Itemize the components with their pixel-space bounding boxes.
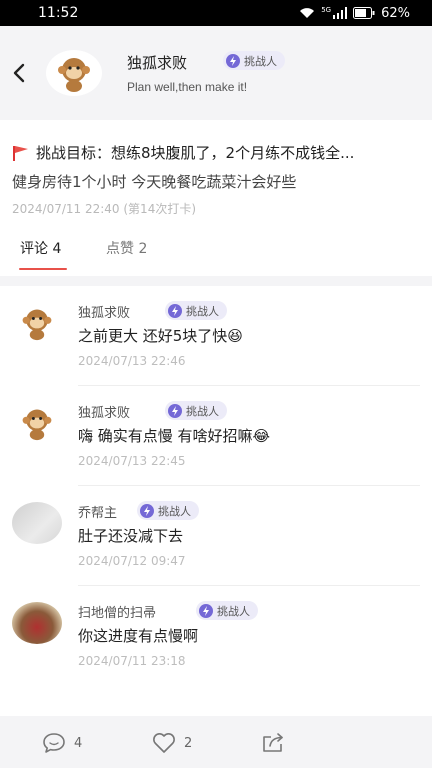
badge-label: 挑战人 bbox=[186, 404, 219, 418]
comment-item: 乔帮主 挑战人 肚子还没减下去 2024/07/12 09:47 bbox=[0, 486, 432, 586]
comment-date: 2024/07/11 23:18 bbox=[78, 654, 186, 668]
commenter-name[interactable]: 独孤求败 bbox=[78, 302, 130, 321]
checkin-card: 挑战目标：想练8块腹肌了，2个月练不成钱全... 健身房待1个小时 今天晚餐吃蔬… bbox=[0, 120, 432, 276]
challenger-badge: 挑战人 bbox=[196, 601, 258, 620]
comment-count: 4 bbox=[74, 735, 83, 751]
comment-text: 你这进度有点慢啊 bbox=[78, 627, 199, 645]
like-count: 2 bbox=[184, 735, 193, 751]
challenger-badge: 挑战人 bbox=[165, 301, 227, 320]
battery-level: 62% bbox=[381, 5, 410, 21]
commenter-name[interactable]: 乔帮主 bbox=[78, 502, 117, 521]
goal-text: 挑战目标：想练8块腹肌了，2个月练不成钱全... bbox=[36, 144, 355, 162]
badge-label: 挑战人 bbox=[158, 504, 191, 518]
comment-date: 2024/07/12 09:47 bbox=[78, 554, 186, 568]
battery-icon bbox=[353, 7, 375, 19]
monkey-icon bbox=[58, 58, 90, 92]
comment-item: 扫地僧的扫帚 挑战人 你这进度有点慢啊 2024/07/11 23:18 bbox=[0, 586, 432, 686]
challenger-badge: 挑战人 bbox=[223, 51, 285, 70]
commenter-name[interactable]: 独孤求败 bbox=[78, 402, 130, 421]
flag-icon bbox=[13, 145, 28, 161]
lightning-icon bbox=[199, 603, 213, 618]
back-button[interactable] bbox=[8, 60, 30, 86]
user-name[interactable]: 独孤求败 bbox=[127, 52, 187, 73]
badge-label: 挑战人 bbox=[244, 54, 277, 68]
like-button[interactable]: 2 bbox=[152, 732, 192, 754]
tab-comments[interactable]: 评论 4 bbox=[20, 238, 61, 258]
tab-likes[interactable]: 点赞 2 bbox=[106, 238, 147, 258]
user-motto: Plan well,then make it! bbox=[127, 80, 248, 94]
share-button[interactable] bbox=[261, 732, 285, 754]
comment-button[interactable]: 4 bbox=[42, 732, 82, 754]
wifi-icon bbox=[300, 8, 315, 18]
comment-icon bbox=[43, 733, 65, 753]
checkin-meta: 2024/07/11 22:40 (第14次打卡) bbox=[12, 202, 197, 216]
comment-item: 独孤求败 挑战人 嗨 确实有点慢 有啥好招嘛😂 2024/07/13 22:45 bbox=[0, 386, 432, 486]
bottom-action-bar: 4 2 bbox=[0, 716, 432, 768]
signal-icon bbox=[333, 7, 348, 19]
lightning-icon bbox=[140, 503, 154, 518]
commenter-avatar[interactable] bbox=[12, 602, 62, 644]
user-avatar[interactable] bbox=[46, 50, 102, 96]
badge-label: 挑战人 bbox=[217, 604, 250, 618]
status-bar: 11:52 5G 62% bbox=[0, 0, 432, 26]
chevron-left-icon bbox=[13, 63, 25, 83]
lightning-icon bbox=[168, 403, 182, 418]
comment-tabs: 评论 4 点赞 2 bbox=[0, 236, 432, 276]
monkey-icon bbox=[22, 309, 52, 341]
monkey-icon bbox=[22, 409, 52, 441]
status-time: 11:52 bbox=[38, 5, 79, 21]
comment-text: 嗨 确实有点慢 有啥好招嘛😂 bbox=[78, 427, 271, 445]
share-icon bbox=[263, 733, 283, 752]
commenter-name[interactable]: 扫地僧的扫帚 bbox=[78, 602, 156, 621]
comment-list: 独孤求败 挑战人 之前更大 还好5块了快😆 2024/07/13 22:46 独… bbox=[0, 286, 432, 716]
comment-text: 肚子还没减下去 bbox=[78, 527, 184, 545]
badge-label: 挑战人 bbox=[186, 304, 219, 318]
comment-text: 之前更大 还好5块了快😆 bbox=[78, 327, 243, 345]
heart-icon bbox=[153, 733, 175, 753]
challenge-goal[interactable]: 挑战目标：想练8块腹肌了，2个月练不成钱全... bbox=[12, 142, 422, 163]
challenger-badge: 挑战人 bbox=[137, 501, 199, 520]
status-icons: 5G 62% bbox=[299, 6, 410, 21]
lightning-icon bbox=[226, 53, 240, 68]
challenger-badge: 挑战人 bbox=[165, 401, 227, 420]
profile-header: 独孤求败 挑战人 Plan well,then make it! bbox=[0, 26, 432, 120]
commenter-avatar[interactable] bbox=[12, 302, 62, 344]
lightning-icon bbox=[168, 303, 182, 318]
comment-date: 2024/07/13 22:46 bbox=[78, 354, 186, 368]
comment-item: 独孤求败 挑战人 之前更大 还好5块了快😆 2024/07/13 22:46 bbox=[0, 286, 432, 386]
commenter-avatar[interactable] bbox=[12, 402, 62, 444]
comment-date: 2024/07/13 22:45 bbox=[78, 454, 186, 468]
commenter-avatar[interactable] bbox=[12, 502, 62, 544]
active-tab-indicator bbox=[19, 268, 67, 270]
network-label: 5G bbox=[321, 6, 332, 14]
checkin-text: 健身房待1个小时 今天晚餐吃蔬菜汁会好些 bbox=[12, 173, 297, 191]
